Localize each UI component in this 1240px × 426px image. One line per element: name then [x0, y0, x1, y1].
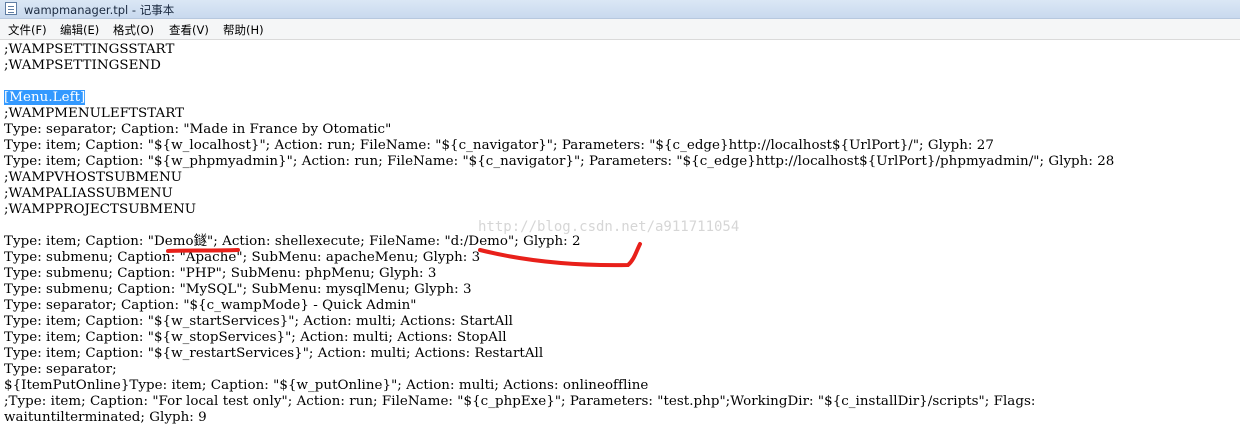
menu-bar: 文件(F) 编辑(E) 格式(O) 查看(V) 帮助(H) [0, 19, 1240, 40]
editor-line: Type: submenu; Caption: "PHP"; SubMenu: … [4, 266, 437, 281]
editor-line: Type: separator; [4, 362, 117, 377]
title-bar: wampmanager.tpl - 记事本 [0, 0, 1240, 19]
menu-help[interactable]: 帮助(H) [223, 21, 264, 39]
editor-line: Type: submenu; Caption: "MySQL"; SubMenu… [4, 282, 472, 297]
editor-line: ;Type: item; Caption: "For local test on… [4, 394, 1036, 409]
editor-line: waituntilterminated; Glyph: 9 [4, 410, 207, 425]
editor-line: ;WAMPMENULEFTSTART [4, 106, 185, 121]
editor-line: ;WAMPPROJECTSUBMENU [4, 202, 197, 217]
window-title: wampmanager.tpl - 记事本 [24, 3, 175, 17]
editor-line: Type: separator; Caption: "${c_wampMode}… [4, 298, 417, 313]
editor-line: Type: submenu; Caption: "Apache"; SubMen… [4, 250, 481, 265]
editor-line: Type: item; Caption: "${w_startServices}… [4, 314, 513, 329]
editor-line: Type: separator; Caption: "Made in Franc… [4, 122, 392, 137]
text-editor[interactable]: ;WAMPSETTINGSSTART ;WAMPSETTINGSEND [Men… [0, 40, 1240, 426]
editor-line: ;WAMPALIASSUBMENU [4, 186, 173, 201]
text-selection: [Menu.Left] [4, 90, 86, 105]
menu-file[interactable]: 文件(F) [8, 21, 47, 39]
editor-line: Type: item; Caption: "${w_restartService… [4, 346, 544, 361]
editor-line: Type: item; Caption: "${w_stopServices}"… [4, 330, 507, 345]
editor-line: ;WAMPSETTINGSSTART [4, 42, 175, 57]
editor-line: ;WAMPVHOSTSUBMENU [4, 170, 183, 185]
menu-format[interactable]: 格式(O) [113, 21, 154, 39]
menu-view[interactable]: 查看(V) [169, 21, 209, 39]
editor-line: Type: item; Caption: "${w_localhost}"; A… [4, 138, 994, 153]
editor-line: ;WAMPSETTINGSEND [4, 58, 161, 73]
editor-line: Type: item; Caption: "${w_phpmyadmin}"; … [4, 154, 1115, 169]
editor-line-selected: [Menu.Left] [4, 90, 86, 106]
editor-line: Type: item; Caption: "Demo鐩"; Action: sh… [4, 234, 581, 249]
editor-line: ${ItemPutOnline}Type: item; Caption: "${… [4, 378, 649, 393]
menu-edit[interactable]: 编辑(E) [60, 21, 99, 39]
notepad-icon [5, 2, 17, 15]
